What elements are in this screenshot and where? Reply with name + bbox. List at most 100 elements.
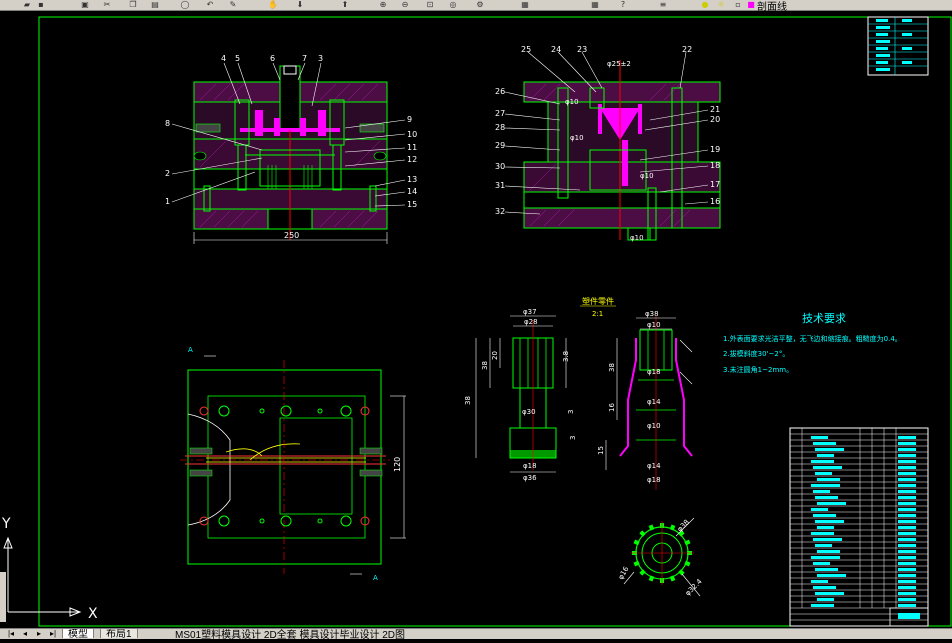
part-label: 18 [710, 161, 720, 170]
bom-text [898, 574, 916, 577]
bom-text [898, 604, 916, 607]
bom-text [815, 472, 832, 475]
dimension-text: 3 [567, 410, 575, 414]
revision-table [867, 16, 929, 76]
bom-text [898, 580, 916, 583]
gear-tooth [639, 569, 646, 576]
part-title: 塑件零件 [582, 296, 614, 306]
bom-text [898, 586, 916, 589]
arrow-down-icon[interactable]: ⬇ [295, 0, 305, 9]
bom-text [813, 538, 842, 541]
open-icon[interactable]: ▰ [22, 0, 32, 9]
drawing-canvas[interactable]: 4 5 6 7 3 8 2 1 9 10 11 12 13 14 15 250 … [0, 10, 952, 628]
bom-text [813, 490, 830, 493]
grid-icon[interactable]: ▦ [590, 0, 600, 9]
bom-text [811, 532, 834, 535]
bom-text [815, 544, 832, 547]
part-label: 11 [407, 143, 417, 152]
tech-item: 3.未注圆角1~2mm。 [723, 365, 793, 374]
part-label: 17 [710, 180, 720, 189]
bom-text [898, 484, 916, 487]
part-label: 9 [407, 115, 412, 124]
help-icon[interactable]: ? [618, 0, 628, 9]
ucs-y-label: Y [1, 516, 11, 532]
undo-icon[interactable]: ↶ [205, 0, 215, 9]
bom-text [815, 568, 838, 571]
zoom-window-icon[interactable]: ⊡ [425, 0, 435, 9]
zoom-prev-icon[interactable]: ◎ [448, 0, 458, 9]
dimension-text: φ10 [565, 98, 579, 106]
bom-text [898, 442, 916, 445]
bom-text [898, 460, 916, 463]
status-text: MS01塑料模具设计 2D全套 模具设计毕业设计 2D图 [175, 630, 406, 641]
part-label: 31 [495, 181, 505, 190]
paste-icon[interactable]: ▤ [150, 0, 160, 9]
dimension-height: 120 [393, 457, 402, 472]
dimension-text: φ10 [640, 172, 654, 180]
lock-icon[interactable]: ▫ [733, 0, 743, 9]
save-icon[interactable]: ▪ [36, 0, 46, 9]
dimension-text: 15 [597, 446, 605, 455]
part-label: 10 [407, 130, 417, 139]
layers-icon[interactable]: ≡ [658, 0, 668, 9]
part-label: 8 [165, 119, 170, 128]
part-label: 27 [495, 109, 505, 118]
print-icon[interactable]: ▣ [80, 0, 90, 9]
bom-text [815, 448, 844, 451]
bom-text [815, 520, 844, 523]
part-label: 21 [710, 105, 720, 114]
bom-text [898, 538, 916, 541]
part-label: 28 [495, 123, 505, 132]
dimension-text: φ18 [647, 368, 661, 376]
part-label: 30 [495, 162, 505, 171]
part-label: 3 [318, 54, 323, 63]
zoom-out-icon[interactable]: ⊖ [400, 0, 410, 9]
sun-icon[interactable]: ☼ [716, 0, 726, 9]
color-swatch-icon[interactable]: ■ [746, 0, 756, 9]
bom-text [898, 568, 916, 571]
cut-icon[interactable]: ✂ [102, 0, 112, 9]
part-label: 12 [407, 155, 417, 164]
part-label: 16 [710, 197, 720, 206]
part-label: 6 [270, 54, 275, 63]
tech-item: 1.外表面要求光洁平整，无飞边和缩接痕。粗糙度为0.4。 [723, 334, 902, 343]
tab-model[interactable]: 模型 [62, 629, 94, 638]
properties-icon[interactable]: ⚙ [475, 0, 485, 9]
bom-text [898, 550, 916, 553]
vertical-scrollbar[interactable] [0, 572, 6, 622]
part-label: 1 [165, 197, 170, 206]
bom-text [898, 508, 916, 511]
bom-text [898, 598, 916, 601]
part-label: 19 [710, 145, 720, 154]
bom-text [898, 514, 916, 517]
bom-text [898, 562, 916, 565]
zoom-icon[interactable]: ◯ [180, 0, 190, 9]
tech-title: 技术要求 [802, 312, 846, 325]
part-label: 22 [682, 45, 692, 54]
part-label: 14 [407, 187, 417, 196]
part-label: 26 [495, 87, 505, 96]
bom-text [811, 436, 828, 439]
zoom-in-icon[interactable]: ⊕ [378, 0, 388, 9]
section-view-2: 25 24 23 26 27 28 29 30 31 32 22 21 20 1… [495, 45, 721, 242]
part-label: 13 [407, 175, 417, 184]
bom-text [817, 454, 834, 457]
ucs-x-label: X [88, 606, 98, 622]
pan-icon[interactable]: ✋ [268, 0, 278, 9]
bom-text [813, 442, 836, 445]
dimension-width: 250 [284, 231, 299, 240]
bom-text [898, 544, 916, 547]
bulb-icon[interactable]: ● [700, 0, 710, 9]
arrow-up-icon[interactable]: ⬆ [340, 0, 350, 9]
layer-icon[interactable]: ▦ [520, 0, 530, 9]
section-view-1: 4 5 6 7 3 8 2 1 9 10 11 12 13 14 15 250 [165, 54, 417, 244]
part-label: 15 [407, 200, 417, 209]
bom-text [898, 526, 916, 529]
tab-layout1[interactable]: 布局1 [100, 629, 138, 638]
part-label: 4 [221, 54, 226, 63]
copy-icon[interactable]: ❐ [128, 0, 138, 9]
bom-text [898, 454, 916, 457]
dimension-text: 3 [569, 436, 577, 440]
brush-icon[interactable]: ✎ [228, 0, 238, 9]
dimension-text: 38 [464, 396, 472, 405]
